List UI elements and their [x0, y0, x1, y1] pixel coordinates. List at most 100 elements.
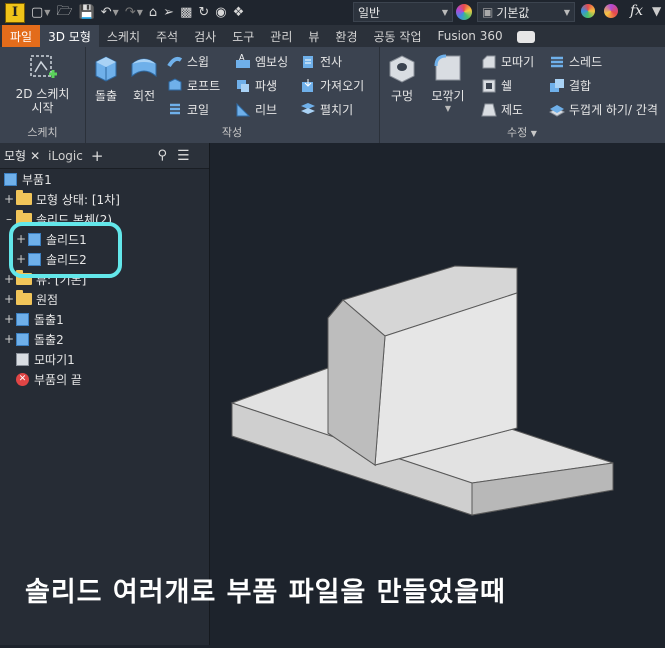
add-tab-icon[interactable]: + [91, 147, 104, 165]
thicken-icon [549, 104, 565, 117]
adjust-appearance-icon[interactable] [581, 4, 595, 18]
shell-button[interactable]: 쉘 [481, 77, 512, 94]
menu-icon[interactable]: ☰ [177, 148, 190, 164]
home-icon[interactable]: ⌂ [149, 5, 157, 20]
shell-label: 쉘 [501, 79, 513, 93]
chamfer-label: 모따기 [501, 55, 535, 69]
tab-inspect[interactable]: 검사 [186, 25, 224, 47]
decal-button[interactable]: 전사 [300, 53, 342, 70]
draft-button[interactable]: 제도 [481, 101, 523, 118]
derive-icon [237, 79, 249, 92]
fillet-dropdown-icon[interactable]: ▼ [445, 104, 451, 113]
svg-text:A: A [239, 54, 245, 62]
new-dropdown-icon[interactable]: ▼ [44, 8, 50, 17]
close-icon[interactable]: ✕ [30, 149, 40, 163]
extrude-button[interactable]: 돌출 [87, 52, 125, 104]
decal-icon [303, 55, 313, 68]
start-2d-sketch-button[interactable]: 2D 스케치 시작 [10, 52, 75, 115]
tab-view[interactable]: 뷰 [300, 25, 327, 47]
tab-environments[interactable]: 환경 [327, 25, 365, 47]
tree-item-part[interactable]: 부품1 [4, 169, 52, 189]
expand-icon[interactable]: + [4, 312, 14, 326]
hole-label: 구멍 [390, 89, 414, 103]
fillet-button[interactable]: 모깎기 ▼ [427, 52, 469, 113]
material-combo-value: 기본값 [496, 5, 530, 20]
collapse-icon[interactable]: – [4, 212, 14, 226]
modify-group-label[interactable]: 수정 ▼ [379, 124, 665, 140]
coil-button[interactable]: 코일 [167, 101, 209, 118]
derive-button[interactable]: 파생 [235, 77, 277, 94]
revolve-button[interactable]: 회전 [125, 52, 163, 104]
emboss-icon: A [236, 54, 250, 68]
sweep-button[interactable]: 스윕 [167, 53, 209, 70]
hole-button[interactable]: 구멍 [383, 52, 421, 104]
combine-button[interactable]: 결합 [549, 77, 591, 94]
start-2d-sketch-label-line1: 2D 스케치 [15, 87, 70, 101]
undo-icon[interactable]: ↶ [101, 5, 112, 20]
import-button[interactable]: 가져오기 [300, 77, 364, 94]
tree-item-chamfer1[interactable]: 모따기1 [16, 349, 75, 369]
tab-model[interactable]: 모형 [0, 147, 30, 164]
start-2d-sketch-label-line2: 시작 [31, 101, 54, 115]
tab-tools[interactable]: 도구 [224, 25, 262, 47]
expand-icon[interactable]: + [4, 332, 14, 346]
fx-icon[interactable]: fx [630, 3, 643, 19]
tab-manage[interactable]: 관리 [262, 25, 300, 47]
tree-item-origin[interactable]: + 원점 [4, 289, 58, 309]
derive-label: 파생 [255, 79, 278, 93]
rib-icon [236, 102, 251, 116]
select-icon[interactable]: ➢ [163, 5, 174, 20]
clear-appearance-icon[interactable] [604, 4, 618, 18]
tree-item-extrude1[interactable]: + 돌출1 [4, 309, 64, 329]
tab-ilogic[interactable]: iLogic [44, 149, 87, 163]
projects-icon[interactable]: ▩ [180, 5, 192, 20]
tab-collaborate[interactable]: 공동 작업 [366, 25, 430, 47]
undo-dropdown-icon[interactable]: ▼ [113, 8, 119, 17]
tree-item-end-of-part[interactable]: ✕ 부품의 끝 [16, 369, 82, 389]
more-icon[interactable]: ▼ [652, 4, 661, 18]
expand-icon[interactable]: + [4, 192, 14, 206]
appearance-icon[interactable]: ❖ [233, 5, 245, 20]
tree-item-extrude2[interactable]: + 돌출2 [4, 329, 64, 349]
appearance-combo[interactable]: 일반 ▼ [353, 2, 453, 22]
tab-sketch[interactable]: 스케치 [99, 25, 148, 47]
save-icon[interactable]: 💾 [79, 5, 95, 20]
browser-tabs: 모형 ✕ iLogic + ⚲ ☰ [0, 143, 209, 169]
loft-button[interactable]: 로프트 [167, 77, 220, 94]
emboss-button[interactable]: A 엠보싱 [235, 53, 288, 70]
thicken-button[interactable]: 두껍게 하기/ 간격 [549, 101, 658, 118]
ribbon-toggle-icon[interactable] [516, 31, 535, 43]
redo-icon[interactable]: ↷ [125, 5, 136, 20]
app-logo-icon[interactable]: I [5, 2, 25, 23]
revolve-icon [131, 58, 157, 78]
unfold-button[interactable]: 펼치기 [300, 101, 353, 118]
combine-label: 결합 [569, 79, 592, 93]
unfold-icon [301, 102, 315, 114]
expand-icon[interactable]: + [4, 292, 14, 306]
new-icon[interactable]: ▢ [31, 5, 43, 20]
coil-icon [170, 103, 180, 114]
part-icon [4, 172, 17, 186]
redo-dropdown-icon[interactable]: ▼ [137, 8, 143, 17]
chamfer-button[interactable]: 모따기 [481, 53, 534, 70]
thread-button[interactable]: 스레드 [549, 53, 602, 70]
combine-icon [550, 78, 564, 92]
thread-label: 스레드 [569, 55, 603, 69]
tab-annotate[interactable]: 주석 [148, 25, 186, 47]
rib-button[interactable]: 리브 [235, 101, 277, 118]
material-combo[interactable]: ▣ 기본값 ▼ [477, 2, 575, 22]
chamfer-feature-icon [16, 352, 29, 366]
material-swatch-icon: ▣ [482, 5, 494, 19]
modify-group-label-text: 수정 [507, 126, 528, 139]
tree-item-model-state[interactable]: + 모형 상태: [1차] [4, 189, 120, 209]
folder-icon [16, 190, 32, 205]
loft-label: 로프트 [187, 79, 221, 93]
search-icon[interactable]: ⚲ [157, 148, 167, 163]
color-wheel-icon[interactable] [456, 4, 472, 20]
tab-file[interactable]: 파일 [2, 25, 41, 47]
open-icon[interactable]: 🗁 [56, 2, 72, 24]
materials-icon[interactable]: ◉ [215, 5, 226, 20]
tab-3d-model[interactable]: 3D 모형 [40, 25, 99, 47]
tab-fusion360[interactable]: Fusion 360 [430, 25, 511, 47]
update-icon[interactable]: ↻ [198, 5, 209, 20]
